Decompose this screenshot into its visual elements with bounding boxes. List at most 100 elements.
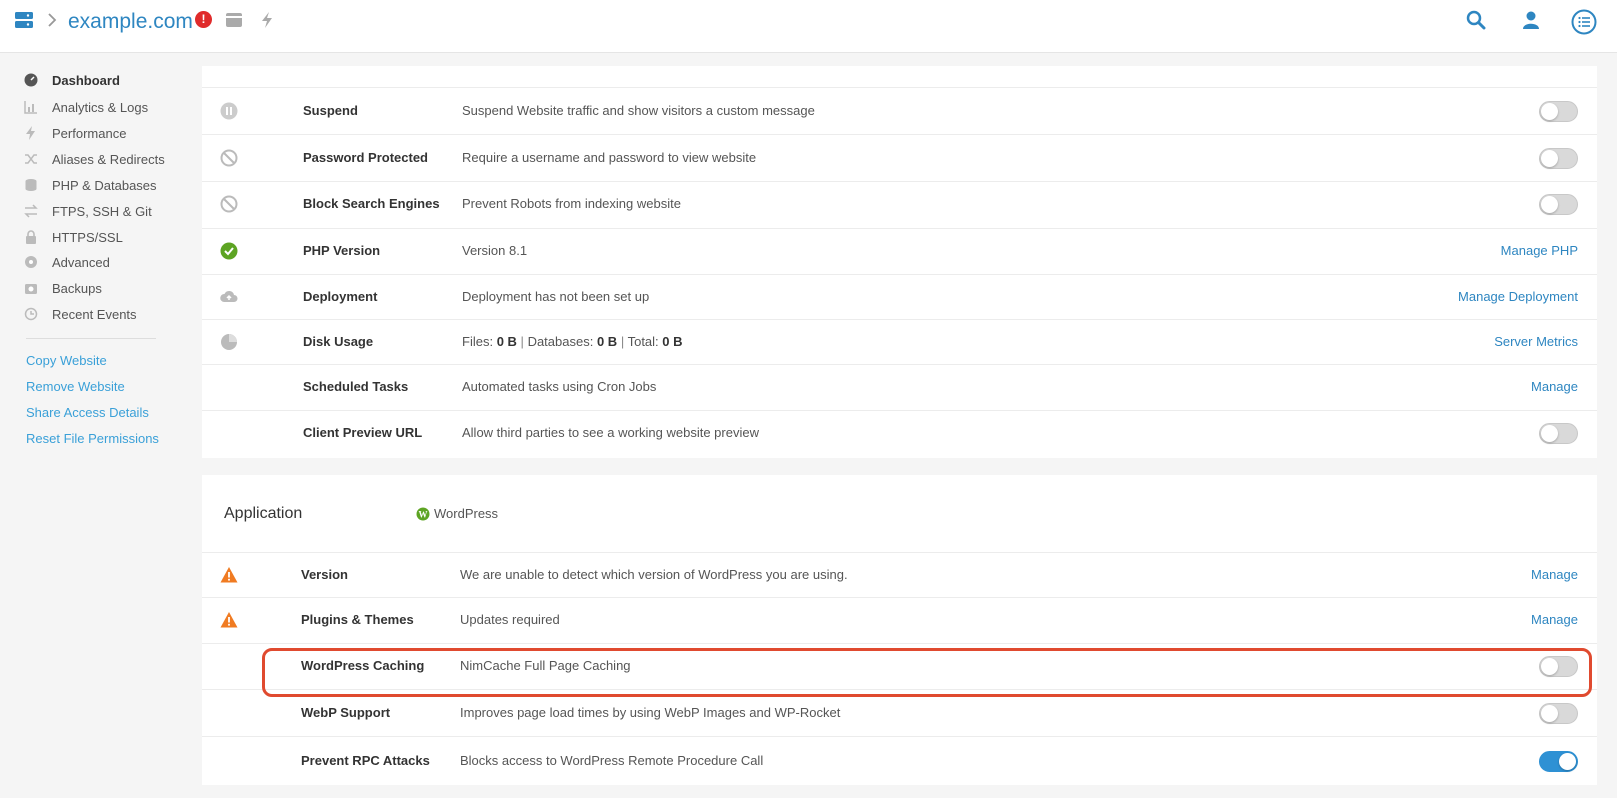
block-icon bbox=[220, 149, 238, 167]
chart-icon bbox=[24, 101, 37, 114]
setting-desc: Version 8.1 bbox=[462, 243, 528, 258]
top-header: example.com ! bbox=[0, 0, 1617, 53]
setting-title: Prevent RPC Attacks bbox=[301, 753, 430, 768]
setting-row-suspend: Suspend Suspend Website traffic and show… bbox=[202, 87, 1597, 134]
setting-title: PHP Version bbox=[303, 243, 381, 258]
menu-list-icon[interactable] bbox=[1571, 9, 1597, 35]
setting-row-deployment: Deployment Deployment has not been set u… bbox=[202, 274, 1597, 319]
dashboard-icon bbox=[24, 73, 38, 87]
sidebar-item-php-databases[interactable]: PHP & Databases bbox=[24, 174, 157, 196]
sidebar-item-performance[interactable]: Performance bbox=[24, 122, 126, 144]
reset-file-permissions-link[interactable]: Reset File Permissions bbox=[26, 431, 159, 446]
settings-icon bbox=[25, 256, 37, 268]
manage-plugins-link[interactable]: Manage bbox=[1531, 612, 1578, 627]
client-preview-toggle[interactable] bbox=[1539, 423, 1578, 444]
sidebar-item-dashboard[interactable]: Dashboard bbox=[24, 69, 120, 91]
sidebar-item-recent-events[interactable]: Recent Events bbox=[24, 303, 137, 325]
warning-icon bbox=[220, 567, 238, 583]
app-row-version: Version We are unable to detect which ve… bbox=[202, 552, 1597, 597]
check-circle-icon bbox=[220, 242, 238, 260]
highlight-box bbox=[262, 648, 1592, 697]
setting-row-block-search: Block Search Engines Prevent Robots from… bbox=[202, 181, 1597, 228]
search-icon[interactable] bbox=[1466, 10, 1486, 30]
camera-icon bbox=[25, 284, 37, 294]
sidebar-item-advanced[interactable]: Advanced bbox=[24, 251, 110, 273]
setting-title: WebP Support bbox=[301, 705, 391, 720]
setting-row-disk: Disk Usage Files: 0 B | Databases: 0 B |… bbox=[202, 319, 1597, 364]
setting-row-scheduled: Scheduled Tasks Automated tasks using Cr… bbox=[202, 364, 1597, 410]
suspend-toggle[interactable] bbox=[1539, 101, 1578, 122]
shuffle-icon bbox=[25, 154, 37, 164]
setting-title: Suspend bbox=[303, 103, 358, 118]
setting-desc: Require a username and password to view … bbox=[462, 150, 757, 165]
setting-desc: Suspend Website traffic and show visitor… bbox=[462, 103, 815, 118]
app-row-plugins: Plugins & Themes Updates required Manage bbox=[202, 597, 1597, 643]
sidebar-item-label: Dashboard bbox=[52, 72, 120, 88]
manage-deployment-link[interactable]: Manage Deployment bbox=[1458, 289, 1578, 304]
sidebar-item-label: Backups bbox=[52, 280, 102, 296]
block-icon bbox=[220, 195, 238, 213]
setting-desc: Deployment has not been set up bbox=[462, 289, 650, 304]
setting-row-preview: Client Preview URL Allow third parties t… bbox=[202, 410, 1597, 458]
setting-row-password: Password Protected Require a username an… bbox=[202, 134, 1597, 181]
sidebar-divider bbox=[26, 338, 156, 339]
share-access-details-link[interactable]: Share Access Details bbox=[26, 405, 149, 420]
sidebar-item-https[interactable]: HTTPS/SSL bbox=[24, 226, 123, 248]
bolt-icon[interactable] bbox=[259, 11, 275, 29]
user-icon[interactable] bbox=[1521, 10, 1541, 30]
server-icon[interactable] bbox=[14, 10, 34, 30]
setting-desc: Improves page load times by using WebP I… bbox=[460, 705, 841, 720]
setting-title: Plugins & Themes bbox=[301, 612, 414, 627]
setting-title: Scheduled Tasks bbox=[303, 379, 409, 394]
copy-website-link[interactable]: Copy Website bbox=[26, 353, 107, 368]
app-row-rpc: Prevent RPC Attacks Blocks access to Wor… bbox=[202, 736, 1597, 785]
sidebar-item-ftps[interactable]: FTPS, SSH & Git bbox=[24, 200, 152, 222]
manage-scheduled-tasks-link[interactable]: Manage bbox=[1531, 379, 1578, 394]
sidebar-item-aliases[interactable]: Aliases & Redirects bbox=[24, 148, 165, 170]
lock-icon bbox=[26, 230, 36, 244]
sidebar-item-label: Aliases & Redirects bbox=[52, 151, 165, 167]
webp-support-toggle[interactable] bbox=[1539, 703, 1578, 724]
setting-desc: Allow third parties to see a working web… bbox=[462, 425, 759, 440]
setting-title: Deployment bbox=[303, 289, 378, 304]
transfer-icon bbox=[24, 204, 38, 218]
sidebar-item-backups[interactable]: Backups bbox=[24, 277, 102, 299]
warning-icon bbox=[220, 612, 238, 628]
history-icon bbox=[24, 307, 38, 321]
alert-badge[interactable]: ! bbox=[195, 11, 212, 28]
setting-row-php: PHP Version Version 8.1 Manage PHP bbox=[202, 228, 1597, 274]
prevent-rpc-toggle[interactable] bbox=[1539, 751, 1578, 772]
disk-usage-summary: Files: 0 B | Databases: 0 B | Total: 0 B bbox=[462, 334, 683, 349]
setting-desc: Updates required bbox=[460, 612, 560, 627]
wordpress-icon: W bbox=[416, 507, 430, 520]
sidebar-item-label: FTPS, SSH & Git bbox=[52, 203, 152, 219]
application-panel: Application W WordPress Version We are u… bbox=[202, 475, 1597, 785]
cloud-upload-icon bbox=[220, 290, 238, 302]
chevron-right-icon bbox=[48, 13, 57, 27]
setting-desc: We are unable to detect which version of… bbox=[460, 567, 848, 582]
manage-php-link[interactable]: Manage PHP bbox=[1501, 243, 1578, 258]
sidebar-item-label: HTTPS/SSL bbox=[52, 229, 123, 245]
remove-website-link[interactable]: Remove Website bbox=[26, 379, 125, 394]
server-metrics-link[interactable]: Server Metrics bbox=[1494, 334, 1578, 349]
block-search-engines-toggle[interactable] bbox=[1539, 194, 1578, 215]
bolt-icon bbox=[26, 126, 35, 140]
setting-title: Password Protected bbox=[303, 150, 428, 165]
sidebar-item-analytics[interactable]: Analytics & Logs bbox=[24, 96, 148, 118]
database-icon bbox=[25, 179, 37, 191]
application-heading: Application bbox=[224, 505, 303, 522]
pie-chart-icon bbox=[221, 334, 237, 350]
setting-title: Version bbox=[301, 567, 348, 582]
password-protected-toggle[interactable] bbox=[1539, 148, 1578, 169]
setting-desc: Automated tasks using Cron Jobs bbox=[462, 379, 657, 394]
svg-text:W: W bbox=[419, 509, 428, 519]
setting-desc: Blocks access to WordPress Remote Proced… bbox=[460, 753, 764, 768]
setting-title: Disk Usage bbox=[303, 334, 374, 349]
setting-title: Client Preview URL bbox=[303, 425, 423, 440]
sidebar-item-label: PHP & Databases bbox=[52, 177, 157, 193]
site-domain[interactable]: example.com bbox=[68, 9, 193, 35]
sidebar-item-label: Analytics & Logs bbox=[52, 99, 149, 115]
card-icon[interactable] bbox=[225, 12, 243, 28]
pause-icon bbox=[220, 102, 238, 120]
manage-version-link[interactable]: Manage bbox=[1531, 567, 1578, 582]
